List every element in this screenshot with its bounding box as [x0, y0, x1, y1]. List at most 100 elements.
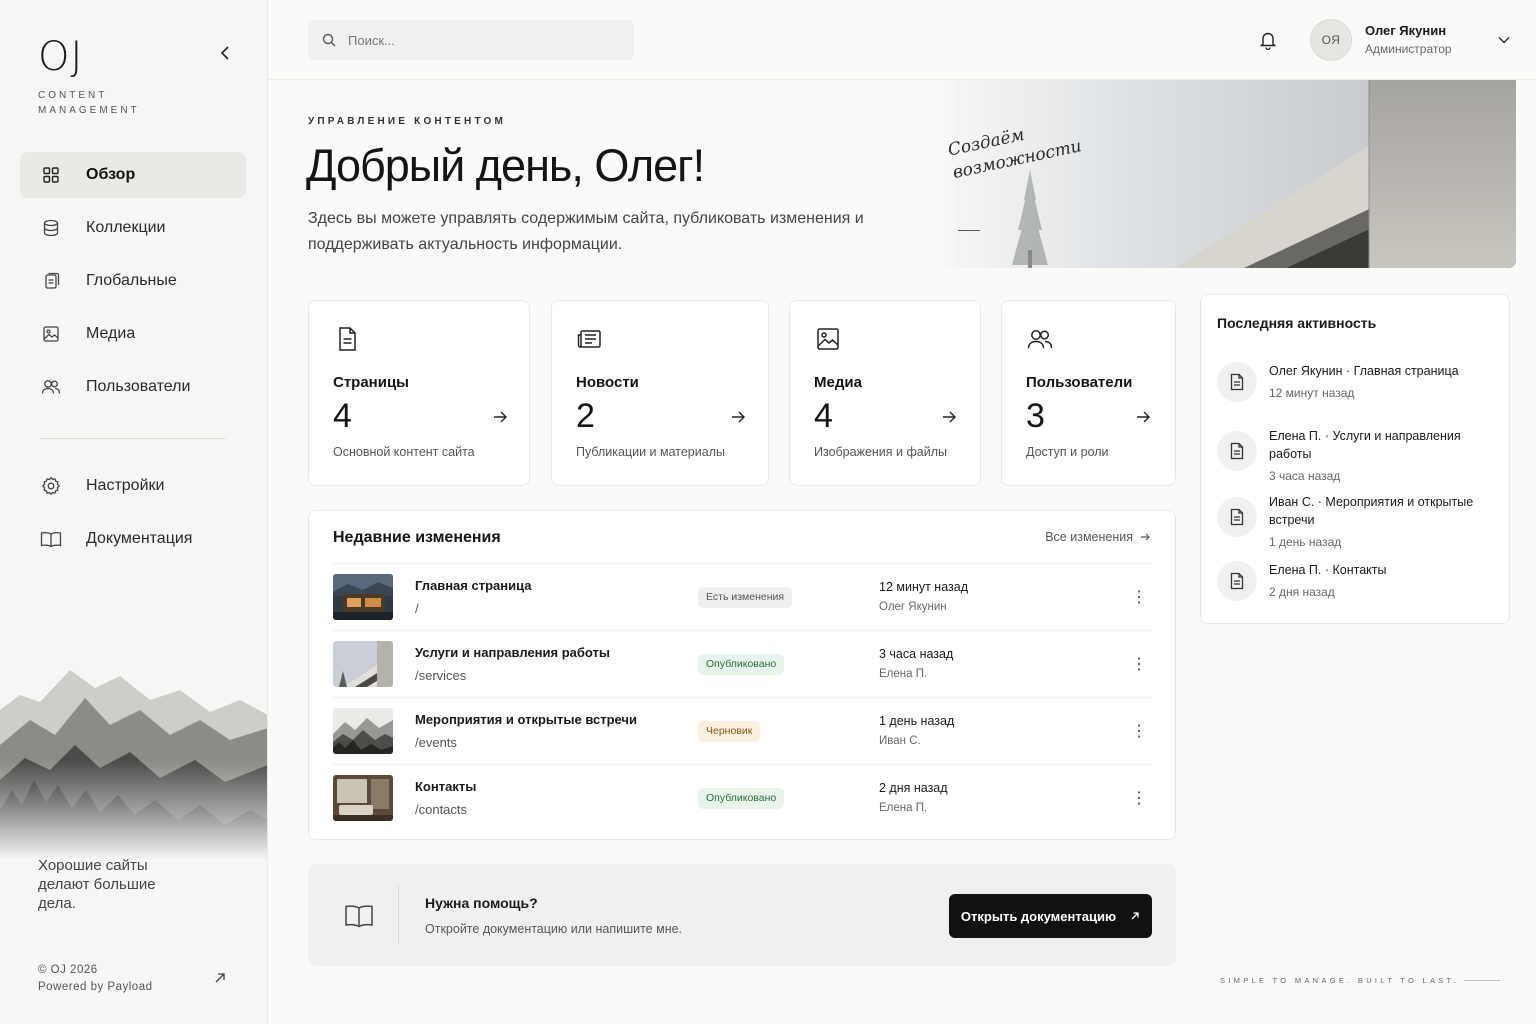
sidebar-item-label: Обзор — [86, 166, 136, 183]
activity-time: 3 часа назад — [1269, 469, 1341, 483]
avatar[interactable]: ОЯ — [1310, 19, 1352, 61]
users-icon — [1027, 330, 1053, 349]
sidebar-item-settings[interactable]: Настройки — [20, 463, 246, 509]
external-link-button[interactable] — [210, 968, 230, 988]
help-subtitle: Откройте документацию или напишите мне. — [425, 922, 683, 936]
image-icon — [817, 328, 839, 350]
stat-card-pages[interactable]: Страницы 4 Основной контент сайта — [308, 300, 530, 486]
sidebar-item-collections[interactable]: Коллекции — [20, 205, 246, 251]
row-path: /contacts — [415, 802, 468, 817]
row-more-button[interactable]: ⋮ — [1129, 653, 1149, 675]
sidebar-item-media[interactable]: Медиа — [20, 311, 246, 357]
stat-desc: Публикации и материалы — [576, 445, 725, 459]
newspaper-icon — [577, 330, 601, 348]
stat-count: 2 — [576, 397, 595, 435]
chevron-down-icon — [1498, 36, 1510, 44]
panel-title: Последняя активность — [1217, 315, 1377, 331]
stat-count: 4 — [333, 397, 352, 435]
book-icon — [345, 905, 373, 928]
stat-desc: Изображения и файлы — [814, 445, 947, 459]
nav-divider — [40, 438, 226, 439]
activity-description: Олег Якунин · Главная страница — [1269, 364, 1459, 378]
help-banner: Нужна помощь? Откройте документацию или … — [308, 864, 1176, 966]
stat-title: Медиа — [814, 374, 862, 391]
grid-icon — [40, 164, 62, 186]
all-changes-link[interactable]: Все изменения — [1045, 530, 1151, 544]
status-badge: Опубликовано — [698, 654, 785, 675]
row-more-button[interactable]: ⋮ — [1129, 787, 1149, 809]
stat-card-news[interactable]: Новости 2 Публикации и материалы — [551, 300, 769, 486]
page-title: Добрый день, Олег! — [306, 140, 705, 191]
search-icon — [322, 33, 336, 47]
user-name: Олег Якунин — [1365, 23, 1447, 38]
row-more-button[interactable]: ⋮ — [1129, 720, 1149, 742]
all-changes-label: Все изменения — [1045, 530, 1133, 544]
sidebar-item-docs[interactable]: Документация — [20, 516, 246, 562]
divider — [398, 886, 399, 944]
row-title: Главная страница — [415, 578, 532, 593]
arrow-right-icon — [1141, 533, 1150, 541]
notifications-button[interactable] — [1256, 28, 1280, 52]
sidebar-item-overview[interactable]: Обзор — [20, 152, 246, 198]
image-icon — [40, 323, 62, 345]
main-nav: Обзор Коллекции Глобальные Медиа Пользов… — [20, 152, 246, 417]
activity-description: Иван С. · Мероприятия и открытые встречи — [1269, 495, 1474, 527]
open-docs-button[interactable]: Открыть документацию — [949, 894, 1152, 938]
arrow-right-icon — [494, 411, 507, 423]
sidebar-item-label: Пользователи — [86, 378, 191, 395]
activity-text: Олег Якунин · Главная страница 12 минут … — [1269, 362, 1497, 402]
slogan-divider — [1464, 980, 1500, 981]
row-author: Елена П. — [879, 802, 928, 814]
table-row[interactable]: Мероприятия и открытые встречи /events Ч… — [333, 698, 1151, 765]
stat-card-media[interactable]: Медиа 4 Изображения и файлы — [789, 300, 981, 486]
stat-card-users[interactable]: Пользователи 3 Доступ и роли — [1001, 300, 1176, 486]
sidebar-tagline: Хорошие сайты делают большие дела. — [38, 857, 156, 912]
page-lead: Здесь вы можете управлять содержимым сай… — [308, 210, 864, 253]
more-vertical-icon: ⋮ — [1131, 656, 1147, 673]
activity-time: 2 дня назад — [1269, 585, 1335, 599]
arrow-up-right-icon — [1131, 912, 1139, 920]
row-title: Услуги и направления работы — [415, 645, 611, 660]
row-author: Елена П. — [879, 668, 928, 680]
file-icon — [1217, 561, 1257, 601]
activity-description: Елена П. · Контакты — [1269, 563, 1387, 577]
sidebar-footer: © OJ 2026 Powered by Payload — [38, 962, 152, 996]
open-docs-label: Открыть документацию — [960, 908, 1117, 924]
database-icon — [40, 217, 62, 239]
table-row[interactable]: Главная страница / Есть изменения 12 мин… — [333, 564, 1151, 631]
collapse-sidebar-button[interactable] — [212, 40, 238, 66]
chevron-left-icon — [220, 46, 229, 60]
row-time: 12 минут назад — [879, 580, 968, 594]
more-vertical-icon: ⋮ — [1131, 790, 1147, 807]
row-more-button[interactable]: ⋮ — [1129, 586, 1149, 608]
topbar: ОЯ Олег Якунин Администратор — [268, 0, 1536, 80]
sidebar-item-label: Глобальные — [86, 272, 177, 289]
table-row[interactable]: Услуги и направления работы /services Оп… — [333, 631, 1151, 698]
arrow-right-icon — [1137, 411, 1150, 423]
sidebar-item-globals[interactable]: Глобальные — [20, 258, 246, 304]
search-input[interactable] — [348, 32, 618, 48]
page-thumbnail — [333, 775, 393, 821]
row-path: /events — [415, 735, 457, 750]
arrow-right-icon — [943, 411, 956, 423]
stat-desc: Основной контент сайта — [333, 445, 475, 459]
sidebar-item-label: Документация — [86, 530, 193, 547]
arrow-right-icon — [732, 411, 745, 423]
stat-title: Страницы — [333, 374, 409, 391]
arrow-up-right-icon — [215, 973, 225, 983]
activity-text: Иван С. · Мероприятия и открытые встречи… — [1269, 493, 1497, 551]
stat-title: Новости — [576, 374, 639, 391]
sidebar-item-label: Медиа — [86, 325, 136, 342]
section-eyebrow: УПРАВЛЕНИЕ КОНТЕНТОМ — [308, 116, 507, 127]
search-box[interactable] — [308, 20, 634, 60]
logo[interactable]: OJ — [38, 34, 83, 80]
activity-text: Елена П. · Контакты 2 дня назад — [1269, 561, 1497, 601]
status-badge: Опубликовано — [698, 788, 785, 809]
row-title: Контакты — [415, 779, 477, 794]
sidebar-item-users[interactable]: Пользователи — [20, 364, 246, 410]
more-vertical-icon: ⋮ — [1131, 723, 1147, 740]
stat-title: Пользователи — [1026, 374, 1133, 391]
user-role: Администратор — [1365, 42, 1452, 56]
table-row[interactable]: Контакты /contacts Опубликовано 2 дня на… — [333, 765, 1151, 832]
user-menu-toggle[interactable] — [1494, 30, 1514, 50]
